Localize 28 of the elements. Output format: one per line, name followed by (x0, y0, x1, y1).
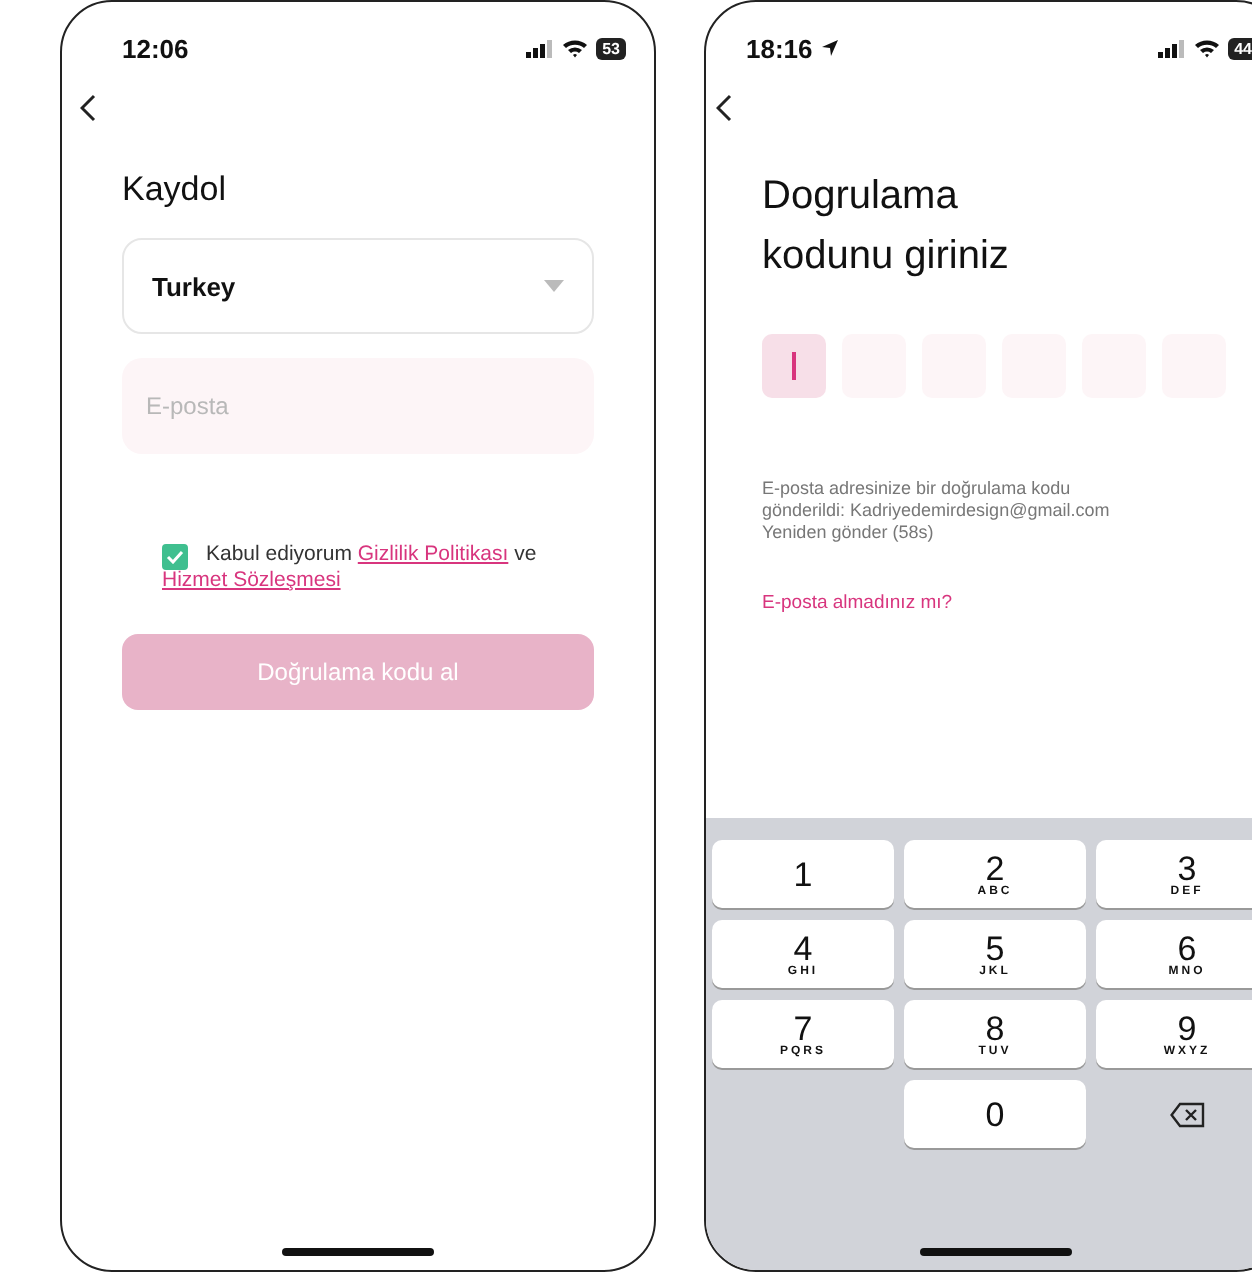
signal-icon (526, 39, 555, 57)
battery-level: 53 (596, 37, 626, 59)
location-arrow-icon (820, 38, 841, 58)
code-digit-field[interactable] (762, 334, 826, 398)
back-chevron-icon[interactable] (80, 94, 96, 122)
privacy-policy-link[interactable]: Gizlilik Politikası (357, 542, 509, 566)
resend-countdown: Yeniden gönder (58s) (762, 522, 936, 544)
terms-of-service-link[interactable]: Hizmet Sözleşmesi (162, 568, 341, 592)
country-select[interactable]: Turkey (122, 238, 594, 334)
wifi-icon (1194, 38, 1221, 58)
screen-title: Dogrulama kodunu giriniz (762, 172, 1011, 282)
email-field[interactable]: E-posta (122, 358, 594, 454)
signal-icon (1158, 39, 1187, 57)
dropdown-caret-icon (544, 280, 564, 292)
status-time: 18:16 (746, 33, 813, 63)
consent-text: ve (514, 542, 537, 566)
code-sent-message: E-posta adresinize bir doğrulama kodu gönderildi: Kadriyedemirdesign@gmail.com (762, 478, 1112, 522)
screen-title: Kaydol (122, 170, 228, 210)
back-chevron-icon[interactable] (716, 94, 732, 122)
backspace-icon[interactable] (1169, 1101, 1205, 1127)
consent-text: Kabul ediyorum (206, 542, 352, 566)
consent-checkbox[interactable] (162, 544, 188, 570)
wifi-icon (562, 38, 589, 58)
keypad-key[interactable]: 0 (904, 1080, 1086, 1148)
battery-level: 44 (1228, 37, 1252, 59)
status-time: 12:06 (122, 33, 189, 63)
no-email-link[interactable]: E-posta almadınız mı? (762, 592, 953, 614)
keypad-key[interactable]: 1 (712, 840, 894, 908)
